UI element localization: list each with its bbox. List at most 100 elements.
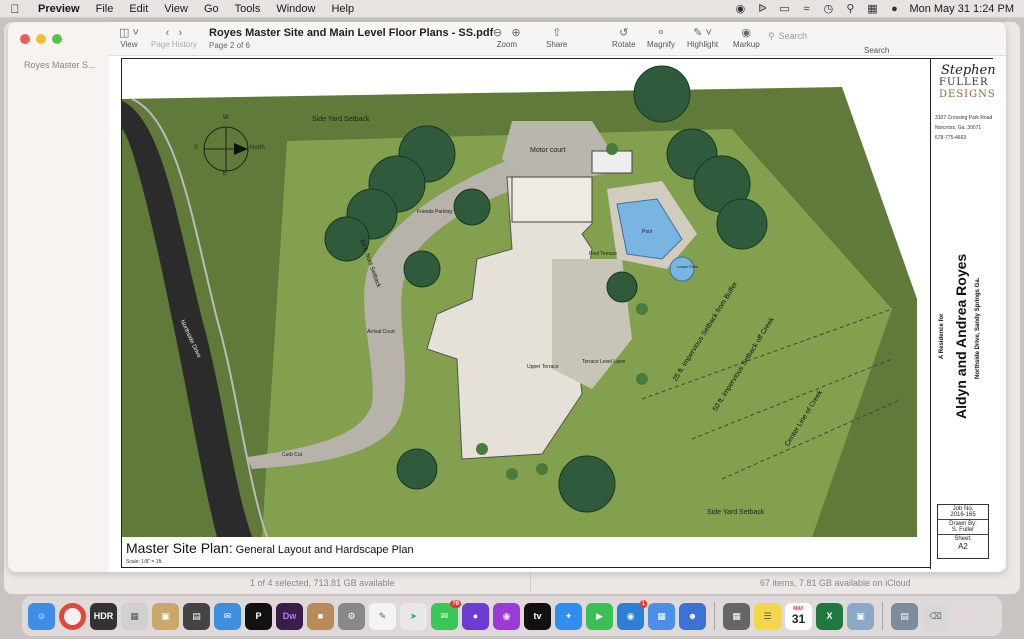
time-machine-icon[interactable]: ◷ [821, 2, 835, 15]
label-side-yard-top: Side Yard Setback [312, 116, 370, 123]
pages-app-icon[interactable]: P [245, 602, 272, 630]
plan-scale: Scale: 1/8" = 1ft. [126, 559, 163, 565]
search-label: Search [864, 46, 890, 55]
toolbar: ◫ ˅ View ‹ › Page History Royes Master S… [109, 22, 1006, 56]
firm-phone: 678-775-4663 [935, 135, 967, 141]
facetime-icon[interactable]: ▶ [586, 602, 613, 630]
apple-tv-icon[interactable]: tv [524, 602, 551, 630]
logo-signature: Stephen [941, 63, 996, 78]
magnify-label: Magnify [647, 40, 676, 49]
sidebar-icon: ◫ ˅ [119, 27, 139, 39]
spotlight-icon[interactable]: ⚲ [843, 2, 857, 15]
calendar-icon[interactable]: MAY 31 [785, 602, 812, 630]
menu-view[interactable]: View [156, 3, 196, 15]
downloads-stack-icon[interactable]: ▤ [891, 602, 918, 630]
hdr-label: HDR [93, 611, 114, 621]
markup-button[interactable]: ◉ Markup [733, 26, 760, 49]
label-pool: Pool [642, 229, 653, 235]
zoom-control[interactable]: ⊖ ⊕ Zoom [493, 26, 521, 49]
minimize-button[interactable] [36, 34, 46, 44]
menu-file[interactable]: File [88, 3, 122, 15]
apple-menu-icon[interactable]:  [0, 2, 30, 16]
creative-cloud-icon[interactable]: ◉ [733, 2, 747, 15]
job-info-box: Job No. 2016-165 Drawn By: S. Fuller She… [937, 504, 989, 559]
textedit-icon[interactable]: ✎ [369, 602, 396, 630]
magnify-button[interactable]: ⚬ Magnify [647, 26, 675, 49]
rotate-button[interactable]: ↺ Rotate [612, 26, 636, 49]
share-button[interactable]: ⇧ Share [546, 26, 567, 49]
facetime-badge: 1 [639, 599, 647, 608]
background-status-left: 1 of 4 selected, 713.81 GB available [250, 578, 395, 588]
menu-edit[interactable]: Edit [121, 3, 156, 15]
page-indicator: Page 2 of 6 [209, 41, 250, 50]
messages-badge: 70 [450, 599, 461, 608]
markup-label: Markup [733, 40, 760, 49]
drawing-sheet: Side Yard Setback Motor court Friends Pa… [121, 58, 996, 569]
keynote-icon[interactable]: ▦ [648, 602, 675, 630]
logo-fuller: FULLER [939, 77, 989, 88]
photo-app-icon[interactable]: ▣ [152, 602, 179, 630]
sheet-value: A2 [958, 542, 968, 551]
safari-icon[interactable]: ✦ [555, 602, 582, 630]
search-placeholder: Search [778, 31, 808, 41]
menu-bar:  Preview File Edit View Go Tools Window… [0, 0, 1024, 18]
battery-icon[interactable]: ▭ [777, 2, 791, 15]
close-button[interactable] [20, 34, 30, 44]
wifi-icon[interactable]: ≈ [799, 3, 813, 15]
siri-icon[interactable]: ● [887, 3, 901, 15]
finder-icon[interactable]: ☺ [28, 602, 55, 630]
notes-icon[interactable]: ☰ [754, 602, 781, 630]
garage [511, 176, 593, 223]
system-preferences-icon[interactable]: ⚙ [338, 602, 365, 630]
label-terrace-lawn: Terrace Level Lawn [582, 359, 626, 365]
label-upper-terrace: Upper Terrace [527, 364, 559, 370]
maps-icon[interactable]: ➤ [400, 602, 427, 630]
page-history-button[interactable]: ‹ › Page History [151, 26, 197, 49]
highlight-button[interactable]: ✎ ˅ Highlight [687, 26, 718, 49]
status-area: ◉ ᐉ ▭ ≈ ◷ ⚲ ▦ ● Mon May 31 1:24 PM [733, 2, 1024, 16]
contacts-icon[interactable]: ■ [307, 602, 334, 630]
label-friends-parking: Friends Parking [417, 209, 453, 215]
excel-icon[interactable]: X [816, 602, 843, 630]
app-menu[interactable]: Preview [30, 3, 88, 15]
menu-go[interactable]: Go [196, 3, 227, 15]
menu-clock[interactable]: Mon May 31 1:24 PM [909, 3, 1014, 15]
network-icon[interactable]: ◉ 1 [617, 599, 647, 630]
podcasts-icon[interactable]: ◉ [493, 602, 520, 630]
mail-icon[interactable]: ✉ [214, 602, 241, 630]
bluetooth-icon[interactable]: ᐉ [755, 2, 769, 15]
firm-address: 3107 Crossing Park Road [935, 115, 993, 121]
zoom-icons: ⊖ ⊕ [493, 27, 521, 39]
job-no-row: Job No. 2016-165 [938, 505, 988, 520]
hdr-app-icon[interactable]: HDR [90, 602, 117, 630]
chrome-icon[interactable] [59, 602, 86, 630]
menu-window[interactable]: Window [268, 3, 323, 15]
dock-separator-2 [882, 602, 883, 630]
dreamweaver-icon[interactable]: Dw [276, 602, 303, 630]
sheet-row: Sheet: A2 [938, 535, 988, 552]
background-status-right: 67 items, 7.81 GB available on iCloud [760, 578, 911, 588]
sidebar-thumbnail-label[interactable]: Royes Master S... [24, 60, 96, 70]
trash-icon[interactable]: ⌫ [922, 602, 949, 630]
compass-e: E [223, 171, 228, 177]
launchpad-icon[interactable]: ▦ [121, 602, 148, 630]
calendar-day: 31 [791, 612, 806, 626]
calculator-icon[interactable]: ▦ [723, 602, 750, 630]
menu-help[interactable]: Help [323, 3, 362, 15]
page-history-label: Page History [151, 40, 197, 49]
screens-app-icon[interactable]: ▤ [183, 602, 210, 630]
preview-app-icon[interactable]: ▣ [847, 602, 874, 630]
siri-app-icon[interactable]: ● [462, 602, 489, 630]
logo-designs: DESIGNS [939, 89, 996, 100]
search-field[interactable]: ⚲ Search [764, 28, 884, 44]
control-center-icon[interactable]: ▦ [865, 2, 879, 15]
drawn-by-value: S. Fuller [951, 527, 975, 533]
menu-tools[interactable]: Tools [227, 3, 269, 15]
sidebar-toggle-button[interactable]: ◫ ˅ View [119, 26, 139, 49]
dock: ☺ HDR ▦ ▣ ▤ ✉ P Dw ■ ⚙ ✎ ➤ ✉ 70 ● ◉ tv ✦ … [22, 596, 1002, 636]
messages-icon[interactable]: ✉ 70 [431, 599, 461, 630]
zoom-button[interactable] [52, 34, 62, 44]
compass-rose [203, 126, 249, 172]
tv-label: tv [533, 611, 542, 621]
directory-icon[interactable]: ☻ [679, 602, 706, 630]
